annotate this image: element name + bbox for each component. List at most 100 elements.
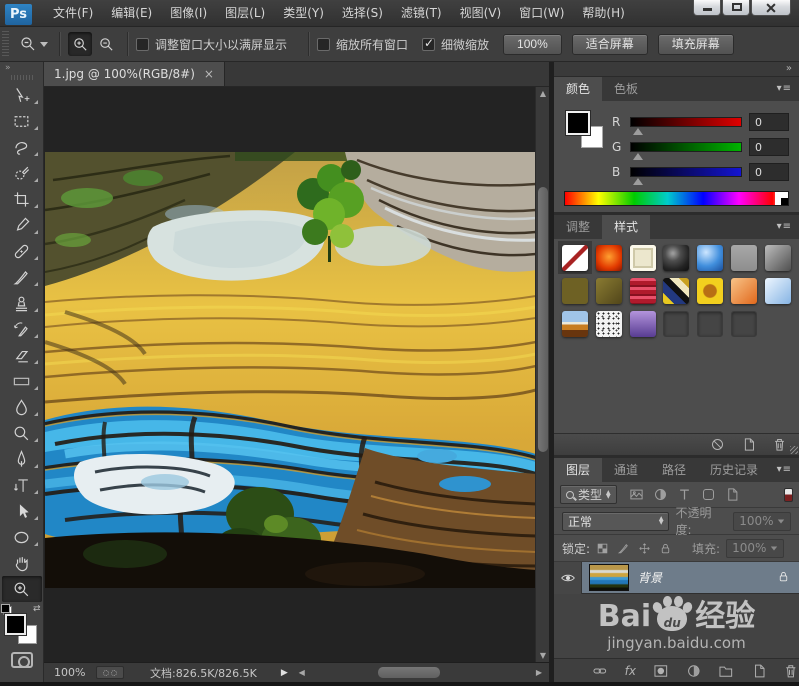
fit-screen-button[interactable]: 适合屏幕 xyxy=(571,33,648,55)
filter-type-dropdown[interactable]: 类型 ▲ ▼ xyxy=(560,485,617,504)
move-tool-button[interactable] xyxy=(2,82,42,108)
canvas-image[interactable] xyxy=(45,152,536,588)
zoom-tool-button[interactable] xyxy=(1,576,42,602)
green-slider[interactable] xyxy=(630,141,742,160)
checkbox-unchecked-icon[interactable] xyxy=(136,37,149,51)
menu-file[interactable]: 文件(F) xyxy=(44,0,102,27)
style-swatch-sky-blue[interactable] xyxy=(761,274,795,307)
menu-window[interactable]: 窗口(W) xyxy=(510,0,573,27)
green-value-field[interactable]: 0 xyxy=(749,137,789,156)
scrubby-zoom-option[interactable]: 细微缩放 xyxy=(422,36,489,53)
style-swatch-olive-gradient[interactable] xyxy=(592,274,626,307)
menu-edit[interactable]: 编辑(E) xyxy=(102,0,161,27)
eyedropper-tool-button[interactable] xyxy=(2,212,42,238)
style-swatch-purple-gradient[interactable] xyxy=(626,307,660,340)
minimize-button[interactable] xyxy=(693,0,721,16)
filter-type-layers-icon[interactable] xyxy=(677,487,692,502)
new-layer-icon[interactable] xyxy=(751,663,767,679)
style-swatch-ivory-frame[interactable] xyxy=(626,241,660,274)
tab-swatches[interactable]: 色板 xyxy=(602,77,650,101)
scroll-up-icon[interactable]: ▲ xyxy=(536,87,549,100)
blue-slider[interactable] xyxy=(630,166,742,185)
filter-smart-objects-icon[interactable] xyxy=(725,487,740,502)
style-swatch-empty[interactable] xyxy=(660,307,694,340)
status-gears-icon[interactable] xyxy=(96,666,124,679)
panel-menu-icon[interactable]: ▾≡ xyxy=(777,83,792,94)
color-spectrum-ramp[interactable] xyxy=(564,191,789,206)
fill-dropdown[interactable]: 100% xyxy=(726,538,785,558)
link-layers-icon[interactable] xyxy=(592,663,608,679)
style-swatch-blue-gloss[interactable] xyxy=(693,241,727,274)
gradient-tool-button[interactable] xyxy=(2,368,42,394)
blue-slider-knob[interactable] xyxy=(633,177,643,185)
scroll-left-icon[interactable]: ◀ xyxy=(296,666,308,680)
status-zoom-field[interactable]: 100% xyxy=(54,666,96,679)
quick-selection-tool-button[interactable] xyxy=(2,160,42,186)
filter-switch-icon[interactable] xyxy=(784,487,793,502)
style-swatch-orange-gradient[interactable] xyxy=(727,274,761,307)
vertical-scrollbar[interactable]: ▲ ▼ xyxy=(535,87,549,662)
style-swatch-yellow-inset[interactable] xyxy=(693,274,727,307)
menu-type[interactable]: 类型(Y) xyxy=(274,0,333,27)
layer-effects-icon[interactable]: fx xyxy=(625,664,636,678)
tab-close-icon[interactable]: × xyxy=(204,67,214,81)
dock-collapse-button[interactable]: » xyxy=(554,62,799,77)
resize-windows-option[interactable]: 调整窗口大小以满屏显示 xyxy=(136,36,287,53)
checkbox-unchecked-icon[interactable] xyxy=(317,37,331,51)
marquee-tool-button[interactable] xyxy=(2,108,42,134)
shape-tool-button[interactable] xyxy=(2,524,42,550)
fill-screen-button[interactable]: 填充屏幕 xyxy=(657,33,734,55)
lock-position-icon[interactable] xyxy=(638,542,651,555)
lock-all-icon[interactable] xyxy=(659,542,672,555)
history-brush-tool-button[interactable] xyxy=(2,316,42,342)
filter-pixel-layers-icon[interactable] xyxy=(629,487,644,502)
menu-image[interactable]: 图像(I) xyxy=(161,0,216,27)
options-drag-grip[interactable] xyxy=(2,31,9,57)
red-slider[interactable] xyxy=(630,116,742,135)
zoom-in-mode-button[interactable] xyxy=(68,32,92,56)
pen-tool-button[interactable] xyxy=(2,446,42,472)
delete-layer-icon[interactable] xyxy=(783,663,799,679)
clone-stamp-tool-button[interactable] xyxy=(2,290,42,316)
style-swatch-olive-flat[interactable] xyxy=(558,274,592,307)
layer-thumbnail[interactable] xyxy=(589,564,629,591)
zoom-all-windows-option[interactable]: 缩放所有窗口 xyxy=(317,36,408,53)
lasso-tool-button[interactable] xyxy=(2,134,42,160)
zoom-out-mode-button[interactable] xyxy=(94,32,118,56)
add-layer-mask-icon[interactable] xyxy=(653,663,669,679)
menu-layer[interactable]: 图层(L) xyxy=(216,0,274,27)
green-slider-knob[interactable] xyxy=(633,152,643,160)
red-value-field[interactable]: 0 xyxy=(749,112,789,131)
style-swatch-landscape[interactable] xyxy=(558,307,592,340)
tab-styles[interactable]: 样式 xyxy=(602,215,651,239)
tab-channels[interactable]: 通道 xyxy=(602,458,650,482)
horizontal-scrollbar[interactable]: ◀ ▶ xyxy=(295,665,545,680)
maximize-button[interactable] xyxy=(722,0,750,16)
blend-mode-dropdown[interactable]: 正常 ▲ ▼ xyxy=(562,511,670,531)
tab-layers[interactable]: 图层 xyxy=(554,458,603,482)
opacity-dropdown[interactable]: 100% xyxy=(733,511,791,531)
delete-style-icon[interactable] xyxy=(772,437,787,452)
eraser-tool-button[interactable] xyxy=(2,342,42,368)
menu-select[interactable]: 选择(S) xyxy=(333,0,392,27)
filter-adjustment-layers-icon[interactable] xyxy=(653,487,668,502)
canvas-background[interactable]: ▲ ▼ xyxy=(44,87,549,662)
tab-paths[interactable]: 路径 xyxy=(650,458,698,482)
style-swatch-red-stripes[interactable] xyxy=(626,274,660,307)
foreground-color-swatch[interactable] xyxy=(3,613,27,636)
lock-transparency-icon[interactable] xyxy=(596,542,609,555)
style-swatch-orange-glow[interactable] xyxy=(592,241,626,274)
style-swatch-color-mosaic[interactable] xyxy=(660,274,694,307)
dodge-tool-button[interactable] xyxy=(2,420,42,446)
menu-help[interactable]: 帮助(H) xyxy=(573,0,633,27)
new-style-icon[interactable] xyxy=(741,437,756,452)
tools-collapse-button[interactable]: » xyxy=(0,62,43,75)
style-swatch-dark-sphere[interactable] xyxy=(660,241,694,274)
menu-filter[interactable]: 滤镜(T) xyxy=(392,0,451,27)
document-tab[interactable]: 1.jpg @ 100%(RGB/8#) × xyxy=(44,62,225,86)
panel-menu-icon[interactable]: ▾≡ xyxy=(777,464,792,475)
menu-view[interactable]: 视图(V) xyxy=(451,0,511,27)
scroll-right-icon[interactable]: ▶ xyxy=(533,666,545,680)
new-group-icon[interactable] xyxy=(718,663,734,679)
vertical-scroll-thumb[interactable] xyxy=(538,187,548,452)
